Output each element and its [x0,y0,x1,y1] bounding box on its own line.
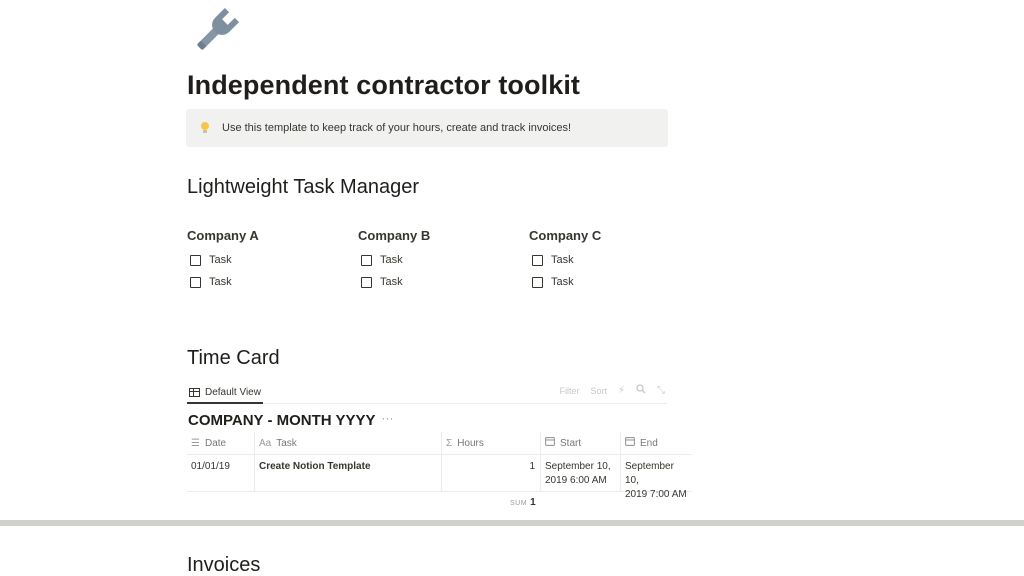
todo-label[interactable]: Task [380,254,403,266]
cell-end-line: September 10, [625,461,674,486]
callout[interactable]: Use this template to keep track of your … [186,109,668,147]
expand-icon[interactable]: ⤡ [657,385,665,396]
wrench-icon[interactable] [187,4,243,60]
column-label: Date [204,437,227,449]
cell-start[interactable]: September 10, 2019 6:00 AM [541,455,621,491]
sum-label: SUM [510,500,528,507]
column-header-hours[interactable]: Σ Hours [442,432,541,454]
view-actions: Filter Sort ⚡ ⤡ [559,384,665,397]
checkbox[interactable] [532,254,543,266]
table-row[interactable]: 01/01/19 Create Notion Template 1 Septem… [187,455,692,500]
todo-label[interactable]: Task [209,276,232,288]
todo-item: Task [529,249,689,271]
cell-start-line: September 10, [545,461,611,472]
todo-label[interactable]: Task [380,276,403,288]
task-manager-heading[interactable]: Lightweight Task Manager [187,176,419,199]
tab-default-view[interactable]: Default View [187,382,263,404]
sum-value: 1 [530,497,536,508]
column-header-task[interactable]: Aa Task [255,432,442,454]
sigma-icon: Σ [446,437,453,449]
checkbox[interactable] [361,276,372,288]
search-icon[interactable] [636,384,646,397]
cell-hours[interactable]: 1 [442,455,541,491]
checkbox[interactable] [361,254,372,266]
checkbox[interactable] [532,276,543,288]
todo-item: Task [358,271,518,293]
column-label: Start [560,437,582,449]
company-column: Company C Task Task [529,228,689,293]
list-icon: ☰ [191,437,200,449]
invoices-heading[interactable]: Invoices [187,554,260,576]
column-header-end[interactable]: End [621,432,692,454]
todo-label[interactable]: Task [551,276,574,288]
more-icon[interactable]: ··· [382,411,394,425]
database-title[interactable]: COMPANY - MONTH YYYY ··· [188,411,394,429]
time-card-heading[interactable]: Time Card [187,347,280,370]
callout-text: Use this template to keep track of your … [222,122,572,134]
calendar-icon [625,437,635,449]
database-view-bar: Default View Filter Sort ⚡ ⤡ [187,380,667,404]
todo-item: Task [529,271,689,293]
tab-label: Default View [205,386,261,398]
company-name[interactable]: Company C [529,228,689,243]
column-header-start[interactable]: Start [541,432,621,454]
checkbox[interactable] [190,276,201,288]
cell-task[interactable]: Create Notion Template [255,455,442,491]
todo-label[interactable]: Task [551,254,574,266]
hours-sum[interactable]: SUM 1 [510,497,536,508]
calendar-icon [545,437,555,449]
filter-button[interactable]: Filter [559,386,579,396]
column-label: Hours [457,437,484,449]
section-divider [0,520,1024,526]
cell-end-line: 2019 7:00 AM [625,489,687,500]
cell-start-line: 2019 6:00 AM [545,475,607,486]
column-label: Task [276,437,297,449]
todo-item: Task [187,271,347,293]
todo-item: Task [187,249,347,271]
time-card-table: ☰ Date Aa Task Σ Hours Start End 01/01/1… [187,432,692,500]
cell-date[interactable]: 01/01/19 [187,455,255,491]
company-column: Company A Task Task [187,228,347,293]
sort-button[interactable]: Sort [590,386,607,396]
company-name[interactable]: Company B [358,228,518,243]
column-label: End [640,437,658,449]
table-icon [189,387,200,397]
todo-item: Task [358,249,518,271]
lightbulb-icon [198,120,212,136]
table-header: ☰ Date Aa Task Σ Hours Start End [187,432,692,455]
page-title[interactable]: Independent contractor toolkit [187,70,580,101]
database-title-text: COMPANY - MONTH YYYY [188,412,376,429]
company-name[interactable]: Company A [187,228,347,243]
text-icon: Aa [259,437,272,449]
todo-label[interactable]: Task [209,254,232,266]
lightning-icon[interactable]: ⚡ [618,385,625,396]
cell-end[interactable]: September 10, 2019 7:00 AM [621,455,692,500]
company-column: Company B Task Task [358,228,518,293]
column-header-date[interactable]: ☰ Date [187,432,255,454]
checkbox[interactable] [190,254,201,266]
